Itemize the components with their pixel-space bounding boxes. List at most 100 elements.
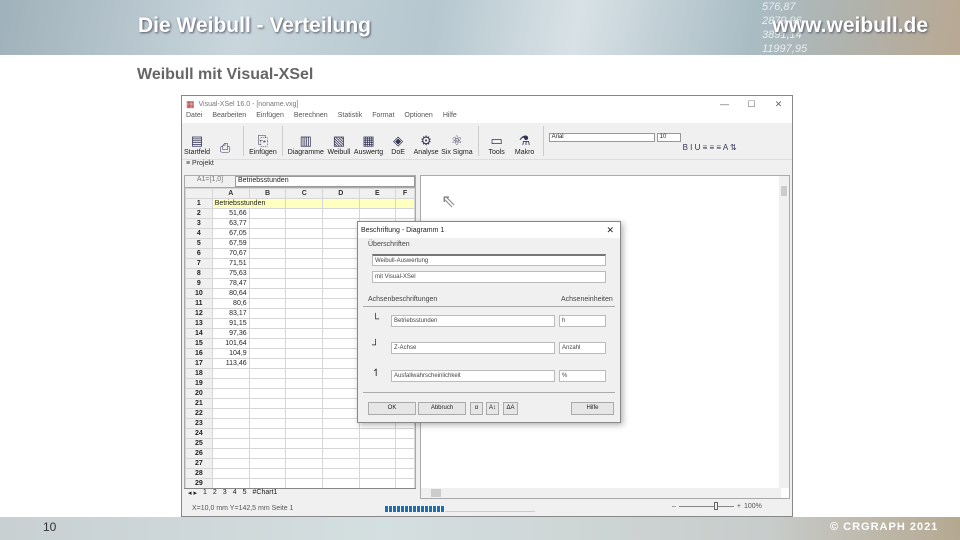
cell[interactable] bbox=[322, 328, 360, 339]
cell[interactable] bbox=[322, 358, 360, 369]
cell[interactable] bbox=[285, 338, 324, 349]
corner-cell[interactable] bbox=[185, 188, 213, 199]
row-header[interactable]: 26 bbox=[185, 448, 213, 459]
cell[interactable] bbox=[285, 368, 324, 379]
cell[interactable] bbox=[395, 448, 415, 459]
cell[interactable] bbox=[322, 208, 360, 219]
ribbon-diagramme[interactable]: ▥ Diagramme bbox=[288, 124, 324, 156]
dialog-close-button[interactable]: ✕ bbox=[606, 225, 614, 236]
cell[interactable] bbox=[248, 318, 287, 329]
cell[interactable]: 104,9 bbox=[211, 348, 250, 359]
cell[interactable] bbox=[322, 398, 360, 409]
maximize-button[interactable]: ☐ bbox=[738, 99, 765, 110]
row-header[interactable]: 25 bbox=[185, 438, 213, 449]
font-name-select[interactable]: Arial bbox=[548, 133, 655, 142]
cell[interactable] bbox=[211, 448, 250, 459]
cell[interactable] bbox=[285, 298, 324, 309]
cell[interactable] bbox=[395, 208, 415, 219]
format-button[interactable]: ΔA bbox=[503, 402, 518, 415]
sheet-tab[interactable]: 5 bbox=[243, 489, 247, 499]
cell[interactable] bbox=[322, 258, 360, 269]
cell[interactable] bbox=[248, 228, 287, 239]
cell[interactable] bbox=[322, 218, 360, 229]
font-size-select[interactable]: 10 bbox=[656, 133, 681, 142]
font-size-button[interactable]: A↕ bbox=[486, 402, 499, 415]
cell[interactable]: 67,59 bbox=[211, 238, 250, 249]
cell[interactable]: 63,77 bbox=[211, 218, 250, 229]
cell[interactable] bbox=[395, 458, 415, 469]
cell[interactable] bbox=[211, 398, 250, 409]
cell[interactable] bbox=[395, 478, 415, 489]
cell[interactable] bbox=[358, 438, 397, 449]
cell[interactable] bbox=[322, 448, 360, 459]
cell[interactable] bbox=[285, 228, 324, 239]
cell[interactable]: 71,51 bbox=[211, 258, 250, 269]
column-header[interactable]: F bbox=[395, 188, 415, 199]
z-axis-unit-input[interactable]: Anzahl bbox=[559, 342, 606, 354]
cell[interactable] bbox=[285, 478, 324, 489]
sheet-tab[interactable]: #Chart1 bbox=[253, 489, 278, 499]
cell[interactable] bbox=[285, 418, 324, 429]
cell[interactable]: 91,15 bbox=[211, 318, 250, 329]
cell[interactable] bbox=[322, 298, 360, 309]
cell[interactable] bbox=[285, 438, 324, 449]
cell[interactable] bbox=[248, 408, 287, 419]
menu-item[interactable]: Optionen bbox=[404, 112, 432, 123]
cell[interactable] bbox=[248, 468, 287, 479]
cell[interactable] bbox=[248, 338, 287, 349]
cell[interactable]: 80,6 bbox=[211, 298, 250, 309]
cell[interactable] bbox=[322, 408, 360, 419]
cell[interactable] bbox=[211, 438, 250, 449]
cell[interactable] bbox=[285, 278, 324, 289]
cell[interactable] bbox=[285, 258, 324, 269]
cell[interactable] bbox=[285, 288, 324, 299]
cell[interactable] bbox=[285, 358, 324, 369]
help-button[interactable]: Hilfe bbox=[571, 402, 614, 415]
cell[interactable] bbox=[248, 208, 287, 219]
minimize-button[interactable]: — bbox=[711, 99, 738, 110]
cell[interactable] bbox=[322, 248, 360, 259]
cell[interactable] bbox=[285, 208, 324, 219]
menu-item[interactable]: Einfügen bbox=[256, 112, 284, 123]
cell[interactable] bbox=[248, 378, 287, 389]
cell[interactable]: 83,17 bbox=[211, 308, 250, 319]
menu-item[interactable]: Bearbeiten bbox=[212, 112, 246, 123]
cell[interactable] bbox=[285, 458, 324, 469]
cell[interactable] bbox=[285, 398, 324, 409]
cell[interactable] bbox=[322, 418, 360, 429]
cell[interactable] bbox=[211, 388, 250, 399]
row-header[interactable]: 6 bbox=[185, 248, 213, 259]
cell[interactable] bbox=[248, 388, 287, 399]
sheet-tab[interactable]: 4 bbox=[233, 489, 237, 499]
menu-item[interactable]: Format bbox=[372, 112, 394, 123]
cell[interactable]: 101,64 bbox=[211, 338, 250, 349]
vertical-scrollbar[interactable] bbox=[779, 176, 789, 488]
cell[interactable] bbox=[322, 368, 360, 379]
column-header[interactable]: A bbox=[211, 188, 250, 199]
column-header[interactable]: D bbox=[322, 188, 360, 199]
cell[interactable] bbox=[211, 468, 250, 479]
cell[interactable] bbox=[322, 458, 360, 469]
cell[interactable] bbox=[211, 408, 250, 419]
cell[interactable] bbox=[395, 438, 415, 449]
cell[interactable] bbox=[248, 348, 287, 359]
cell[interactable] bbox=[248, 438, 287, 449]
cell[interactable] bbox=[248, 248, 287, 259]
ribbon-weibull[interactable]: ▧ Weibull bbox=[326, 124, 352, 156]
cell[interactable] bbox=[248, 358, 287, 369]
cell[interactable] bbox=[248, 398, 287, 409]
row-header[interactable]: 22 bbox=[185, 408, 213, 419]
row-header[interactable]: 23 bbox=[185, 418, 213, 429]
ribbon-startfeld[interactable]: ▤ Startfeld bbox=[184, 124, 210, 156]
formula-input[interactable]: Betriebsstunden bbox=[235, 176, 415, 187]
row-header[interactable]: 10 bbox=[185, 288, 213, 299]
cell[interactable] bbox=[248, 418, 287, 429]
ribbon-tools[interactable]: ▭ Tools bbox=[484, 124, 510, 156]
cell[interactable]: 80,64 bbox=[211, 288, 250, 299]
cell[interactable] bbox=[322, 268, 360, 279]
row-header[interactable]: 27 bbox=[185, 458, 213, 469]
cell[interactable] bbox=[285, 218, 324, 229]
y-axis-label-input[interactable]: Ausfallwahrscheinlichkeit bbox=[391, 370, 555, 382]
cell[interactable] bbox=[322, 228, 360, 239]
row-header[interactable]: 20 bbox=[185, 388, 213, 399]
